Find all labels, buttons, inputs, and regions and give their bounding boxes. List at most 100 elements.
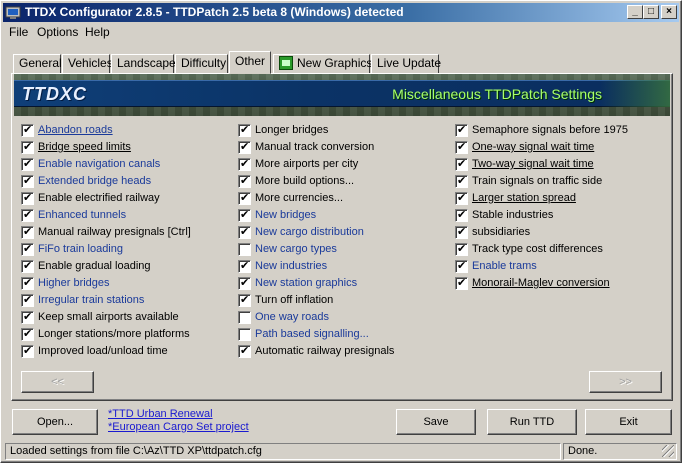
- option-label[interactable]: One way roads: [255, 311, 329, 323]
- option-label[interactable]: Abandon roads: [38, 124, 113, 136]
- checkbox[interactable]: [238, 293, 251, 307]
- tab-live-update[interactable]: Live Update: [371, 54, 441, 73]
- option-label[interactable]: Stable industries: [472, 209, 553, 221]
- tab-general[interactable]: General: [13, 54, 62, 73]
- checkbox[interactable]: [238, 344, 251, 358]
- checkbox[interactable]: [21, 208, 34, 222]
- close-button[interactable]: ×: [661, 5, 677, 19]
- tab-landscape[interactable]: Landscape: [111, 54, 176, 73]
- checkbox[interactable]: [238, 311, 251, 324]
- menu-help[interactable]: Help: [85, 25, 110, 39]
- option-label[interactable]: New cargo distribution: [255, 226, 364, 238]
- next-page-button[interactable]: >>: [589, 371, 662, 393]
- minimize-button[interactable]: _: [627, 5, 643, 19]
- menu-file[interactable]: File: [9, 25, 28, 39]
- option-label[interactable]: Monorail-Maglev conversion: [472, 277, 610, 289]
- option-label[interactable]: Manual track conversion: [255, 141, 374, 153]
- checkbox[interactable]: [238, 259, 251, 273]
- option-label[interactable]: Enable navigation canals: [38, 158, 160, 170]
- tab-new-graphics[interactable]: New Graphics: [273, 54, 372, 73]
- checkbox[interactable]: [455, 140, 468, 154]
- checkbox[interactable]: [21, 276, 34, 290]
- checkbox[interactable]: [455, 259, 468, 273]
- european-cargo-set-link[interactable]: *European Cargo Set project: [108, 421, 249, 433]
- option-label[interactable]: New industries: [255, 260, 327, 272]
- tab-other[interactable]: Other: [229, 51, 271, 74]
- checkbox[interactable]: [238, 157, 251, 171]
- option-label[interactable]: Larger station spread: [472, 192, 576, 204]
- maximize-button[interactable]: □: [643, 5, 659, 19]
- checkbox[interactable]: [455, 208, 468, 222]
- checkbox[interactable]: [21, 242, 34, 256]
- checkbox[interactable]: [238, 191, 251, 205]
- checkbox[interactable]: [21, 327, 34, 341]
- checkbox[interactable]: [21, 157, 34, 171]
- option-label[interactable]: More currencies...: [255, 192, 343, 204]
- tab-label: Landscape: [117, 56, 176, 70]
- option-label[interactable]: Path based signalling...: [255, 328, 369, 340]
- checkbox[interactable]: [455, 276, 468, 290]
- option-label[interactable]: More airports per city: [255, 158, 358, 170]
- prev-page-button[interactable]: <<: [21, 371, 94, 393]
- option-label[interactable]: Keep small airports available: [38, 311, 179, 323]
- option-label[interactable]: Train signals on traffic side: [472, 175, 602, 187]
- option-label[interactable]: Improved load/unload time: [38, 345, 168, 357]
- checkbox[interactable]: [455, 225, 468, 239]
- option-label[interactable]: New station graphics: [255, 277, 357, 289]
- checkbox[interactable]: [455, 174, 468, 188]
- option-label[interactable]: Longer bridges: [255, 124, 328, 136]
- checkbox[interactable]: [455, 191, 468, 205]
- tab-vehicles[interactable]: Vehicles: [62, 54, 113, 73]
- tab-difficulty[interactable]: Difficulty: [175, 54, 228, 73]
- option-label[interactable]: Irregular train stations: [38, 294, 144, 306]
- option-label[interactable]: New cargo types: [255, 243, 337, 255]
- checkbox[interactable]: [21, 123, 34, 137]
- open-button[interactable]: Open...: [12, 409, 98, 435]
- option-label[interactable]: Enable electrified railway: [38, 192, 160, 204]
- checkbox[interactable]: [21, 174, 34, 188]
- checkbox[interactable]: [238, 140, 251, 154]
- resize-grip[interactable]: [662, 445, 674, 457]
- checkbox[interactable]: [21, 140, 34, 154]
- option-label[interactable]: Extended bridge heads: [38, 175, 151, 187]
- option-label[interactable]: Track type cost differences: [472, 243, 603, 255]
- option-label[interactable]: Semaphore signals before 1975: [472, 124, 628, 136]
- checkbox[interactable]: [238, 225, 251, 239]
- checkbox[interactable]: [238, 328, 251, 341]
- checkbox[interactable]: [238, 243, 251, 256]
- checkbox[interactable]: [238, 208, 251, 222]
- option-label[interactable]: Automatic railway presignals: [255, 345, 394, 357]
- option-label[interactable]: Longer stations/more platforms: [38, 328, 190, 340]
- menu-options[interactable]: Options: [37, 25, 78, 39]
- checkbox[interactable]: [238, 123, 251, 137]
- checkbox[interactable]: [238, 276, 251, 290]
- checkbox[interactable]: [21, 259, 34, 273]
- option-label[interactable]: FiFo train loading: [38, 243, 123, 255]
- checkbox[interactable]: [455, 157, 468, 171]
- run-ttd-button[interactable]: Run TTD: [487, 409, 577, 435]
- checkbox[interactable]: [238, 174, 251, 188]
- checkbox[interactable]: [455, 242, 468, 256]
- option-label[interactable]: Enable gradual loading: [38, 260, 151, 272]
- option-label[interactable]: Enhanced tunnels: [38, 209, 126, 221]
- option-label[interactable]: Bridge speed limits: [38, 141, 131, 153]
- title-bar[interactable]: TTDX Configurator 2.8.5 - TTDPatch 2.5 b…: [3, 3, 679, 22]
- exit-button[interactable]: Exit: [585, 409, 672, 435]
- option-label[interactable]: Two-way signal wait time: [472, 158, 594, 170]
- option-label[interactable]: Enable trams: [472, 260, 537, 272]
- checkbox[interactable]: [21, 191, 34, 205]
- save-button[interactable]: Save: [396, 409, 476, 435]
- checkbox[interactable]: [455, 123, 468, 137]
- checkbox[interactable]: [21, 310, 34, 324]
- option-label[interactable]: subsidiaries: [472, 226, 530, 238]
- checkbox[interactable]: [21, 344, 34, 358]
- checkbox[interactable]: [21, 293, 34, 307]
- option-label[interactable]: Manual railway presignals [Ctrl]: [38, 226, 191, 238]
- option-label[interactable]: More build options...: [255, 175, 354, 187]
- option-label[interactable]: Higher bridges: [38, 277, 110, 289]
- checkbox[interactable]: [21, 225, 34, 239]
- option-label[interactable]: Turn off inflation: [255, 294, 333, 306]
- ttd-urban-renewal-link[interactable]: *TTD Urban Renewal: [108, 408, 213, 420]
- option-label[interactable]: One-way signal wait time: [472, 141, 594, 153]
- option-label[interactable]: New bridges: [255, 209, 316, 221]
